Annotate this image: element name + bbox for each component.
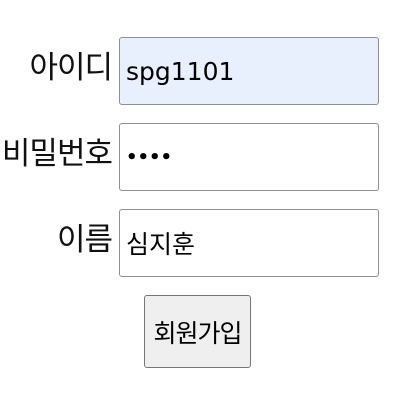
signup-button[interactable]: 회원가입 xyxy=(144,295,251,368)
password-input[interactable]: •••• xyxy=(119,123,379,191)
id-input-value: spg1101 xyxy=(126,56,235,86)
id-label: 아이디 xyxy=(29,50,113,86)
name-input-value: 심지훈 xyxy=(126,230,196,259)
password-input-value: •••• xyxy=(126,146,173,168)
password-label: 비밀번호 xyxy=(1,136,113,172)
signup-form: 아이디 spg1101 비밀번호 •••• 이름 심지훈 회원가입 xyxy=(0,0,400,400)
name-input[interactable]: 심지훈 xyxy=(119,209,379,277)
name-label: 이름 xyxy=(56,222,113,258)
id-input[interactable]: spg1101 xyxy=(119,37,379,105)
